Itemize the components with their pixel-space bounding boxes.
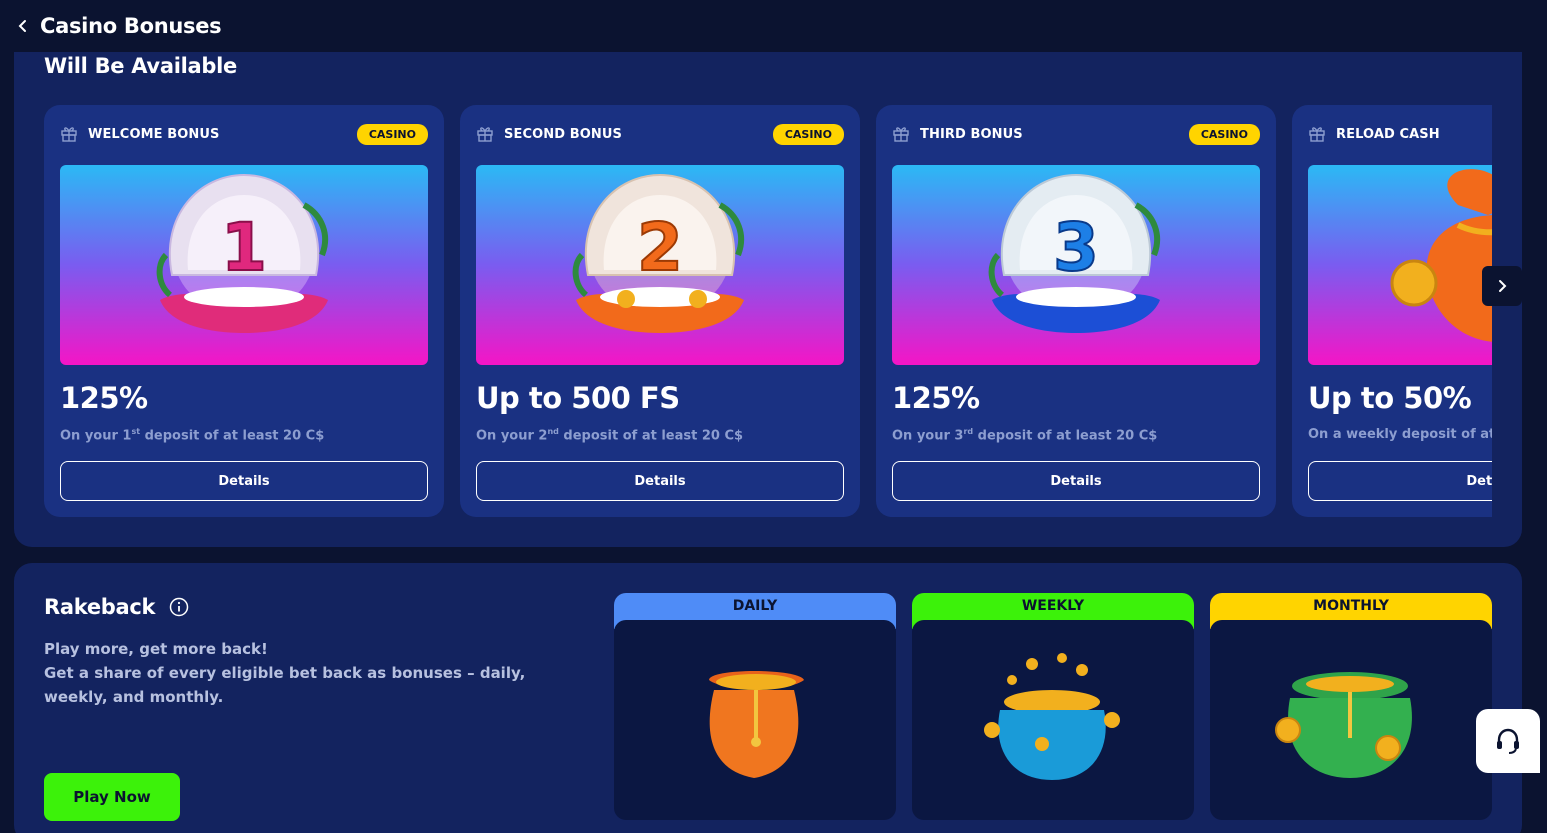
info-icon[interactable]: [169, 597, 189, 617]
rakeback-image-monthly: [1210, 620, 1492, 820]
rakeback-line-2: Get a share of every eligible bet back a…: [44, 664, 526, 706]
top-bar: Casino Bonuses: [0, 0, 1547, 52]
bonus-amount: 125%: [60, 381, 148, 415]
details-button[interactable]: Details: [60, 461, 428, 501]
image-number: 1: [221, 209, 267, 286]
casino-badge: CASINO: [1188, 123, 1260, 145]
bonus-card-reload: RELOAD CASH Up to 50% On a weekly deposi…: [1292, 105, 1492, 517]
details-button[interactable]: Details: [892, 461, 1260, 501]
rakeback-image-daily: [614, 620, 896, 820]
rakeback-title-text: Rakeback: [44, 595, 156, 619]
bonus-card-welcome: WELCOME BONUS CASINO 1 125% On your 1st …: [44, 105, 444, 517]
gift-icon: [892, 125, 910, 143]
casino-badge: CASINO: [772, 123, 844, 145]
details-button[interactable]: Details: [1308, 461, 1492, 501]
gift-icon: [60, 125, 78, 143]
image-number: 2: [637, 209, 683, 286]
section-title: Will Be Available: [44, 54, 237, 78]
support-chat-button[interactable]: [1476, 709, 1540, 773]
page-title: Casino Bonuses: [40, 14, 222, 38]
image-number: 3: [1053, 209, 1099, 286]
bonus-image: 3: [892, 165, 1260, 365]
gift-icon: [476, 125, 494, 143]
rakeback-line-1: Play more, get more back!: [44, 640, 268, 658]
bonus-card-third: THIRD BONUS CASINO 3 125% On your 3rd de…: [876, 105, 1276, 517]
rakeback-card-weekly[interactable]: WEEKLY: [912, 593, 1194, 821]
casino-badge: CASINO: [356, 123, 428, 145]
play-now-button[interactable]: Play Now: [44, 773, 180, 821]
bonus-description: On a weekly deposit of at: [1308, 427, 1492, 442]
bonus-image: [1308, 165, 1492, 365]
rakeback-image-weekly: [912, 620, 1194, 820]
chevron-left-icon[interactable]: [16, 19, 30, 33]
bonus-image: 2: [476, 165, 844, 365]
bonus-amount: 125%: [892, 381, 980, 415]
headset-icon: [1497, 728, 1519, 754]
bonus-description: On your 3rd deposit of at least 20 C$: [892, 427, 1158, 444]
carousel-next-button[interactable]: [1482, 266, 1522, 306]
bonus-description: On your 2nd deposit of at least 20 C$: [476, 427, 744, 444]
bonus-type-label: THIRD BONUS: [920, 126, 1023, 142]
rakeback-description: Play more, get more back! Get a share of…: [44, 637, 564, 709]
bonus-type-label: RELOAD CASH: [1336, 126, 1440, 142]
bonus-card-second: SECOND BONUS CASINO 2 Up to 500 FS On yo…: [460, 105, 860, 517]
chevron-right-icon: [1499, 280, 1507, 292]
bonus-carousel[interactable]: WELCOME BONUS CASINO 1 125% On your 1st …: [44, 105, 1492, 517]
rakeback-panel: Rakeback Play more, get more back! Get a…: [14, 563, 1522, 833]
gift-icon: [1308, 125, 1326, 143]
details-button[interactable]: Details: [476, 461, 844, 501]
rakeback-card-daily[interactable]: DAILY: [614, 593, 896, 821]
bonus-type-label: SECOND BONUS: [504, 126, 622, 142]
bonus-type-label: WELCOME BONUS: [88, 126, 220, 142]
rakeback-card-monthly[interactable]: MONTHLY: [1210, 593, 1492, 821]
available-bonuses-panel: Will Be Available WELCOME BONUS CASINO 1…: [14, 52, 1522, 547]
bonus-amount: Up to 500 FS: [476, 381, 680, 415]
rakeback-title: Rakeback: [44, 595, 189, 619]
bonus-amount: Up to 50%: [1308, 381, 1472, 415]
bonus-description: On your 1st deposit of at least 20 C$: [60, 427, 325, 444]
bonus-image: 1: [60, 165, 428, 365]
